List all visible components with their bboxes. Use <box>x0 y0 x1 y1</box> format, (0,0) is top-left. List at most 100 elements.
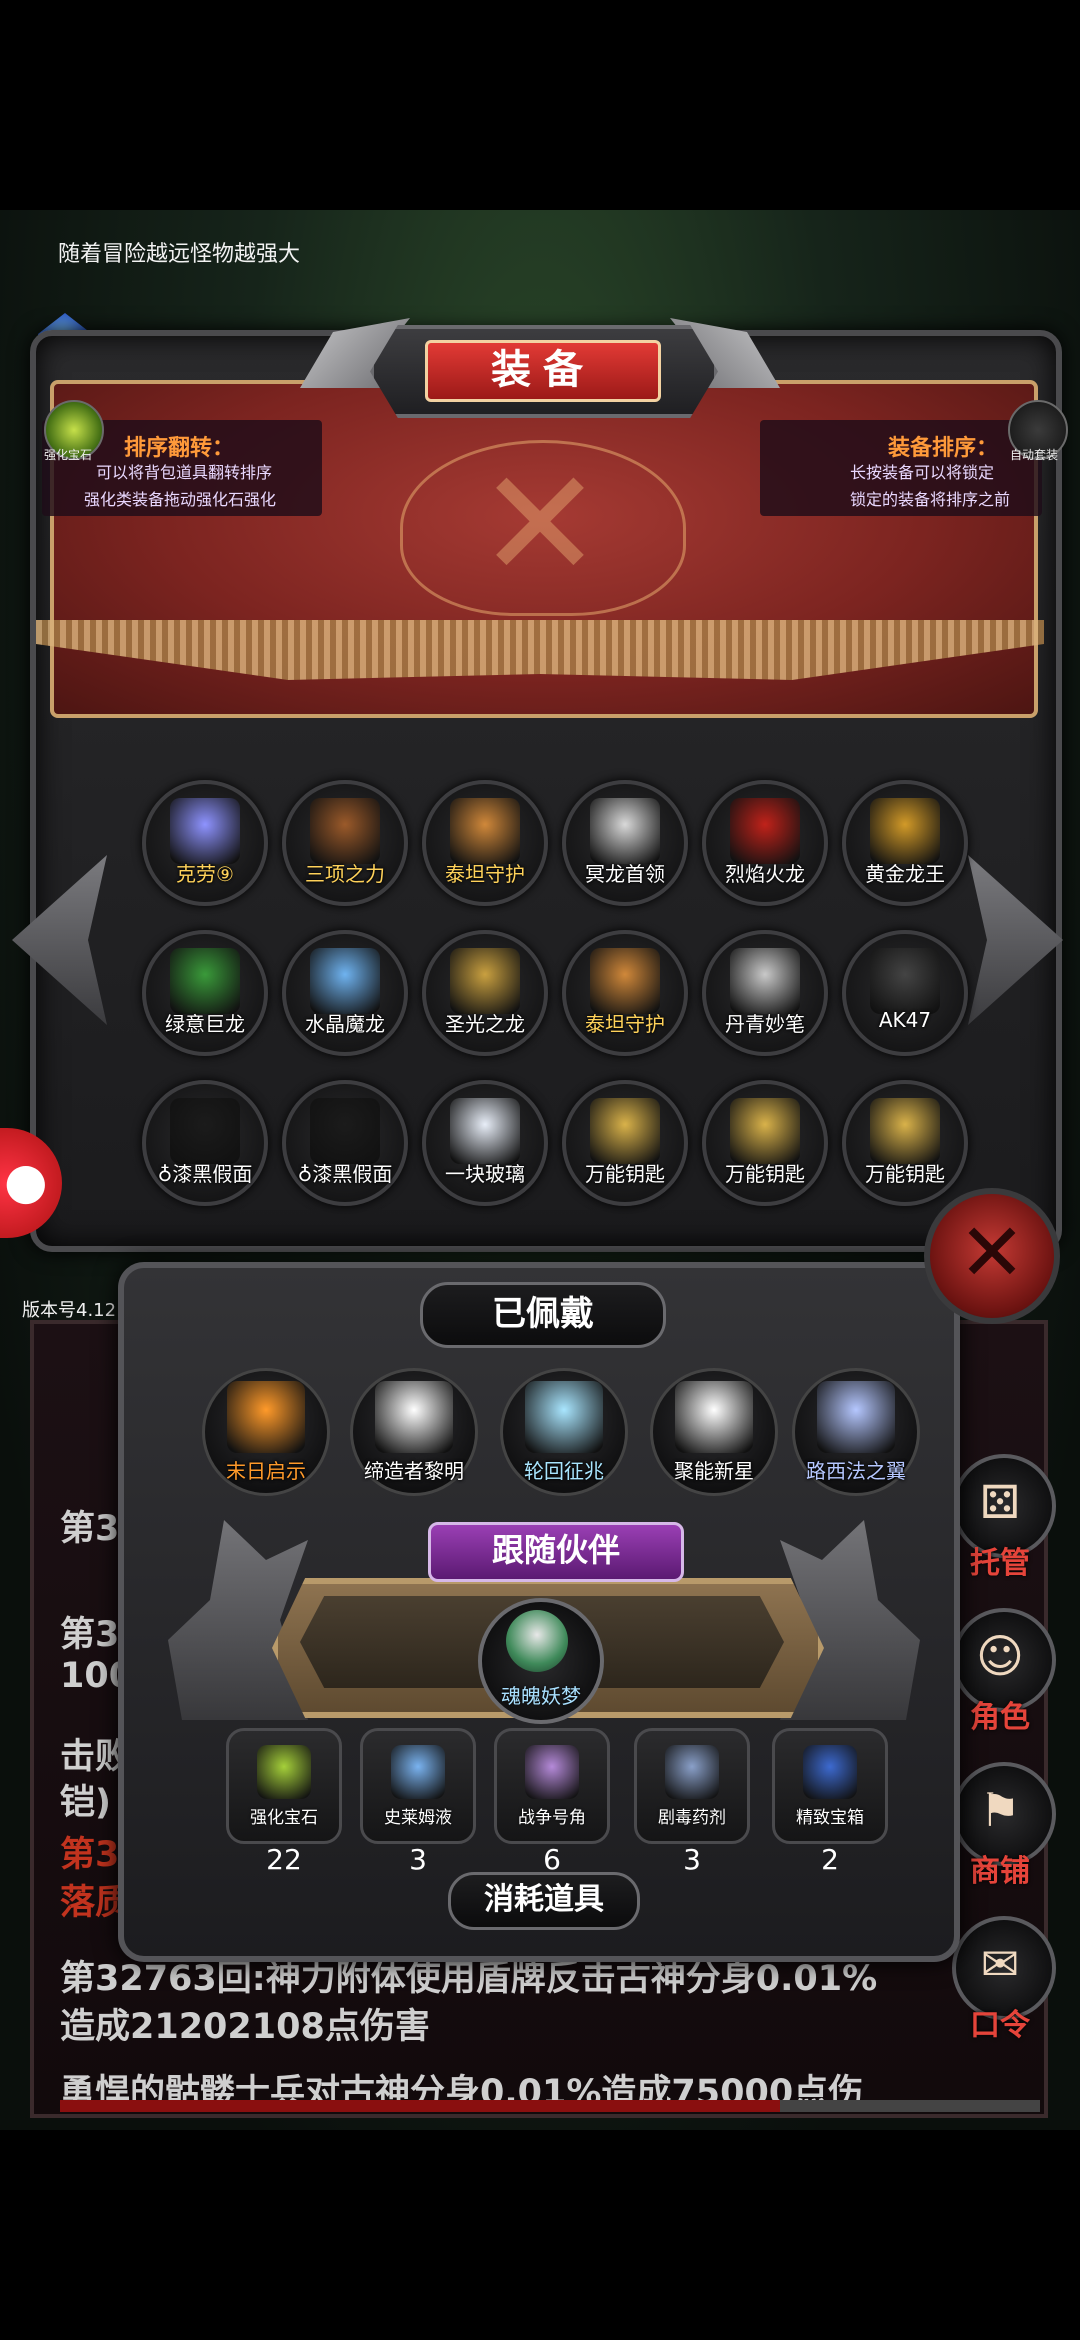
consumable-slot[interactable]: 史莱姆液 3 <box>360 1728 476 1876</box>
progress-track <box>780 2100 1040 2112</box>
worn-item-slot[interactable]: 轮回征兆 <box>500 1368 628 1496</box>
equipment-slot[interactable]: ♁漆黑假面 <box>142 1080 268 1206</box>
panel-title: 装备 <box>425 340 661 402</box>
equipment-slot[interactable]: 黄金龙王 <box>842 780 968 906</box>
equipment-slot[interactable]: 泰坦守护 <box>422 780 548 906</box>
worn-title: 已佩戴 <box>420 1282 666 1348</box>
equipment-item-label: ♁漆黑假面 <box>297 1162 393 1186</box>
consumable-slot[interactable]: 强化宝石 22 <box>226 1728 342 1876</box>
consumable-icon <box>803 1745 857 1799</box>
consumable-slot[interactable]: 精致宝箱 2 <box>772 1728 888 1876</box>
equipment-slot[interactable]: 三项之力 <box>282 780 408 906</box>
consumables-title: 消耗道具 <box>448 1872 640 1930</box>
consumable-icon <box>257 1745 311 1799</box>
strengthen-gem-caption: 强化宝石 <box>44 448 93 462</box>
equipment-item-label: 泰坦守护 <box>445 862 525 886</box>
shop-icon: ⚑ <box>979 1783 1021 1837</box>
equip-sort-text: 锁定的装备将排序之前 <box>850 490 1011 509</box>
equipment-item-label: 水晶魔龙 <box>305 1012 385 1036</box>
equipment-item-label: AK47 <box>878 1008 932 1032</box>
equipment-slot[interactable]: 万能钥匙 <box>702 1080 828 1206</box>
equipment-item-label: 万能钥匙 <box>865 1162 945 1186</box>
equipment-item-label: 冥龙首领 <box>585 862 665 886</box>
equipment-item-icon <box>310 948 380 1014</box>
consumable-icon <box>391 1745 445 1799</box>
version-label: 版本号4.12 <box>22 1300 117 1321</box>
equipment-item-label: 圣光之龙 <box>445 1012 525 1036</box>
worn-item-slot[interactable]: 路西法之翼 <box>792 1368 920 1496</box>
log-fragment: 第3 <box>60 1509 120 1549</box>
consumable-label: 强化宝石 <box>250 1808 318 1828</box>
equipment-slot[interactable]: AK47 <box>842 930 968 1056</box>
equipment-slot[interactable]: 克劳⑨ <box>142 780 268 906</box>
equipment-slot[interactable]: 水晶魔龙 <box>282 930 408 1056</box>
consumable-count: 22 <box>266 1843 302 1876</box>
character-label: 角色 <box>970 1700 1030 1735</box>
equipment-slot[interactable]: 万能钥匙 <box>562 1080 688 1206</box>
consumable-label: 精致宝箱 <box>796 1808 864 1828</box>
equip-sort-title: 装备排序： <box>888 436 999 461</box>
worn-item-label: 路西法之翼 <box>806 1459 906 1483</box>
equipment-item-label: 黄金龙王 <box>865 862 945 886</box>
equipment-item-label: ♁漆黑假面 <box>157 1162 253 1186</box>
equipment-slot[interactable]: ♁漆黑假面 <box>282 1080 408 1206</box>
equipment-item-icon <box>310 798 380 864</box>
equipment-item-icon <box>450 798 520 864</box>
equipment-item-icon <box>590 948 660 1014</box>
worn-item-icon <box>525 1381 603 1453</box>
tip-text: 随着冒险越远怪物越强大 <box>58 242 301 267</box>
character-icon: ☺ <box>976 1629 1024 1683</box>
equipment-item-label: 一块玻璃 <box>445 1162 525 1186</box>
worn-item-slot[interactable]: 聚能新星 <box>650 1368 778 1496</box>
equipment-slot[interactable]: 烈焰火龙 <box>702 780 828 906</box>
equipment-slot[interactable]: 泰坦守护 <box>562 930 688 1056</box>
dice-icon: ⚄ <box>980 1475 1020 1529</box>
consumable-slot[interactable]: 战争号角 6 <box>494 1728 610 1876</box>
consumable-icon <box>525 1745 579 1799</box>
equipment-item-label: 克劳⑨ <box>176 862 234 886</box>
log-line: 勇悍的骷髅士兵对古神分身0.01%造成75000点伤 <box>60 2073 864 2102</box>
equipment-item-icon <box>870 798 940 864</box>
equipment-item-label: 丹青妙笔 <box>725 1012 805 1036</box>
equipment-item-icon <box>170 798 240 864</box>
equipment-item-icon <box>730 1098 800 1164</box>
consumable-count: 3 <box>409 1843 427 1876</box>
code-label: 口令 <box>970 2008 1030 2043</box>
equipment-slot[interactable]: 丹青妙笔 <box>702 930 828 1056</box>
log-fragment: 铠) <box>60 1783 111 1823</box>
consumable-icon <box>665 1745 719 1799</box>
log-fragment: 第3 <box>60 1835 120 1875</box>
equipment-item-icon <box>870 948 940 1014</box>
log-line: 造成21202108点伤害 <box>60 2007 430 2047</box>
worn-item-icon <box>375 1381 453 1453</box>
consumable-count: 3 <box>683 1843 701 1876</box>
equipment-slot[interactable]: 冥龙首领 <box>562 780 688 906</box>
auto-equip-caption: 自动套装 <box>1010 448 1059 462</box>
equipment-item-icon <box>450 948 520 1014</box>
shop-label: 商铺 <box>970 1854 1030 1889</box>
equipment-slot[interactable]: 圣光之龙 <box>422 930 548 1056</box>
equipment-item-icon <box>870 1098 940 1164</box>
worn-item-icon <box>227 1381 305 1453</box>
sort-flip-text: 强化类装备拖动强化石强化 <box>84 490 277 509</box>
equipment-slot[interactable]: 绿意巨龙 <box>142 930 268 1056</box>
auto-play-label: 托管 <box>970 1546 1030 1581</box>
equipment-item-icon <box>170 948 240 1014</box>
companion-portrait <box>506 1610 568 1672</box>
consumable-slot[interactable]: 剧毒药剂 3 <box>634 1728 750 1876</box>
equipment-item-icon <box>310 1098 380 1164</box>
worn-item-slot[interactable]: 末日启示 <box>202 1368 330 1496</box>
equipment-item-icon <box>730 798 800 864</box>
equip-sort-text: 长按装备可以将锁定 <box>850 463 995 482</box>
companion-name: 魂魄妖梦 <box>501 1684 581 1708</box>
crossed-swords-icon: ✕ <box>477 438 603 612</box>
equipment-slot[interactable]: 一块玻璃 <box>422 1080 548 1206</box>
close-button[interactable]: ✕ <box>924 1188 1060 1324</box>
consumable-label: 史莱姆液 <box>384 1808 452 1828</box>
equipment-slot[interactable]: 万能钥匙 <box>842 1080 968 1206</box>
worn-item-slot[interactable]: 缔造者黎明 <box>350 1368 478 1496</box>
equipment-item-icon <box>450 1098 520 1164</box>
equipment-item-icon <box>590 798 660 864</box>
letter-icon: ✉ <box>980 1937 1020 1991</box>
equipment-item-label: 万能钥匙 <box>725 1162 805 1186</box>
